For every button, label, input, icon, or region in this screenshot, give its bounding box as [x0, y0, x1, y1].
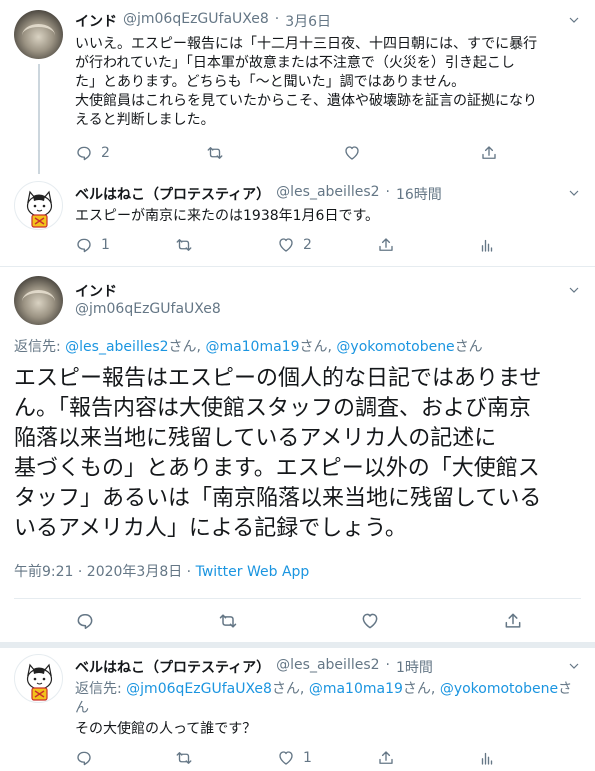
mention-link[interactable]: @jm06qEzGUfaUXe8 — [126, 681, 272, 697]
author-name[interactable]: ベルはねこ（プロテスティア） — [75, 657, 270, 677]
tweet-text: エスピーが南京に来たのは1938年1月6日です。 — [75, 208, 380, 224]
mention-link[interactable]: @les_abeilles2 — [65, 339, 168, 355]
reply-context: 返信先: @jm06qEzGUfaUXe8さん, @ma10ma19さん, @y… — [75, 681, 573, 716]
share-button[interactable] — [377, 236, 395, 254]
author-name[interactable]: インド — [75, 11, 117, 31]
reply-icon — [75, 144, 93, 162]
author-handle[interactable]: @les_abeilles2 — [276, 657, 379, 677]
tweet-text: その大使館の人って誰です？ — [75, 721, 257, 737]
timestamp[interactable]: 16時間 — [396, 184, 442, 204]
retweet-button[interactable] — [175, 749, 193, 767]
cat-avatar-icon — [26, 663, 53, 701]
heart-icon — [360, 611, 380, 631]
like-count: 2 — [303, 237, 312, 253]
section-divider — [0, 642, 595, 648]
reply-icon — [75, 611, 95, 631]
share-button[interactable] — [377, 749, 395, 767]
retweet-icon — [175, 749, 193, 767]
share-button[interactable] — [503, 611, 523, 631]
heart-icon — [343, 144, 361, 162]
avatar[interactable] — [14, 181, 63, 230]
share-button[interactable] — [480, 144, 498, 162]
like-button[interactable]: 1 — [277, 749, 312, 767]
reply-button[interactable] — [75, 749, 93, 767]
heart-icon — [277, 236, 295, 254]
avatar[interactable] — [14, 276, 63, 325]
author-handle[interactable]: @jm06qEzGUfaUXe8 — [123, 11, 269, 31]
analytics-button[interactable] — [478, 749, 496, 767]
share-icon — [377, 749, 395, 767]
chevron-down-icon[interactable] — [566, 282, 582, 298]
reply-icon — [75, 749, 93, 767]
reply-count: 1 — [101, 237, 110, 253]
timestamp[interactable]: 1時間 — [396, 657, 433, 677]
mention-link[interactable]: @ma10ma19 — [205, 339, 299, 355]
author-name[interactable]: インド — [75, 281, 117, 301]
separator: · — [385, 184, 390, 200]
like-button[interactable] — [360, 611, 380, 631]
reply-button[interactable]: 1 — [75, 236, 110, 254]
timestamp[interactable]: 3月6日 — [285, 11, 331, 31]
author-name[interactable]: ベルはねこ（プロテスティア） — [75, 184, 270, 204]
tweet-datetime[interactable]: 午前9:21 · 2020年3月8日 · — [14, 564, 196, 580]
mention-link[interactable]: @yokomotobene — [336, 339, 454, 355]
author-handle[interactable]: @jm06qEzGUfaUXe8 — [75, 301, 221, 317]
heart-icon — [277, 749, 295, 767]
reply-button[interactable]: 2 — [75, 144, 110, 162]
divider — [14, 598, 581, 599]
divider — [0, 266, 595, 267]
retweet-button[interactable] — [206, 144, 224, 162]
reply-count: 2 — [101, 145, 110, 161]
chevron-down-icon[interactable] — [566, 185, 582, 201]
reply-context: 返信先: @les_abeilles2さん, @ma10ma19さん, @yok… — [14, 339, 483, 355]
mention-link[interactable]: @ma10ma19 — [309, 681, 403, 697]
analytics-icon — [478, 236, 496, 254]
like-count: 1 — [303, 750, 312, 766]
reply-icon — [75, 236, 93, 254]
cat-avatar-icon — [26, 190, 53, 228]
mention-link[interactable]: @yokomotobene — [440, 681, 558, 697]
tweet-meta: 午前9:21 · 2020年3月8日 · Twitter Web App — [14, 561, 309, 581]
retweet-icon — [218, 611, 238, 631]
share-icon — [377, 236, 395, 254]
analytics-icon — [478, 749, 496, 767]
separator: · — [274, 11, 280, 27]
author-handle[interactable]: @les_abeilles2 — [276, 184, 379, 204]
retweet-icon — [206, 144, 224, 162]
source-link[interactable]: Twitter Web App — [196, 564, 310, 580]
reply-button[interactable] — [75, 611, 95, 631]
share-icon — [480, 144, 498, 162]
retweet-icon — [175, 236, 193, 254]
avatar[interactable] — [14, 654, 63, 703]
chevron-down-icon[interactable] — [566, 12, 582, 28]
retweet-button[interactable] — [175, 236, 193, 254]
avatar[interactable] — [14, 10, 63, 59]
separator: · — [385, 657, 390, 673]
thread-line — [38, 64, 40, 174]
share-icon — [503, 611, 523, 631]
retweet-button[interactable] — [218, 611, 238, 631]
like-button[interactable] — [343, 144, 361, 162]
tweet-text: いいえ。エスピー報告には「十二月十三日夜、十四日朝には、すでに暴行 が行われてい… — [75, 36, 538, 128]
chevron-down-icon[interactable] — [566, 658, 582, 674]
tweet-text-large: エスピー報告はエスピーの個人的な日記ではありませ ん。「報告内容は大使館スタッフ… — [14, 366, 542, 541]
analytics-button[interactable] — [478, 236, 496, 254]
like-button[interactable]: 2 — [277, 236, 312, 254]
